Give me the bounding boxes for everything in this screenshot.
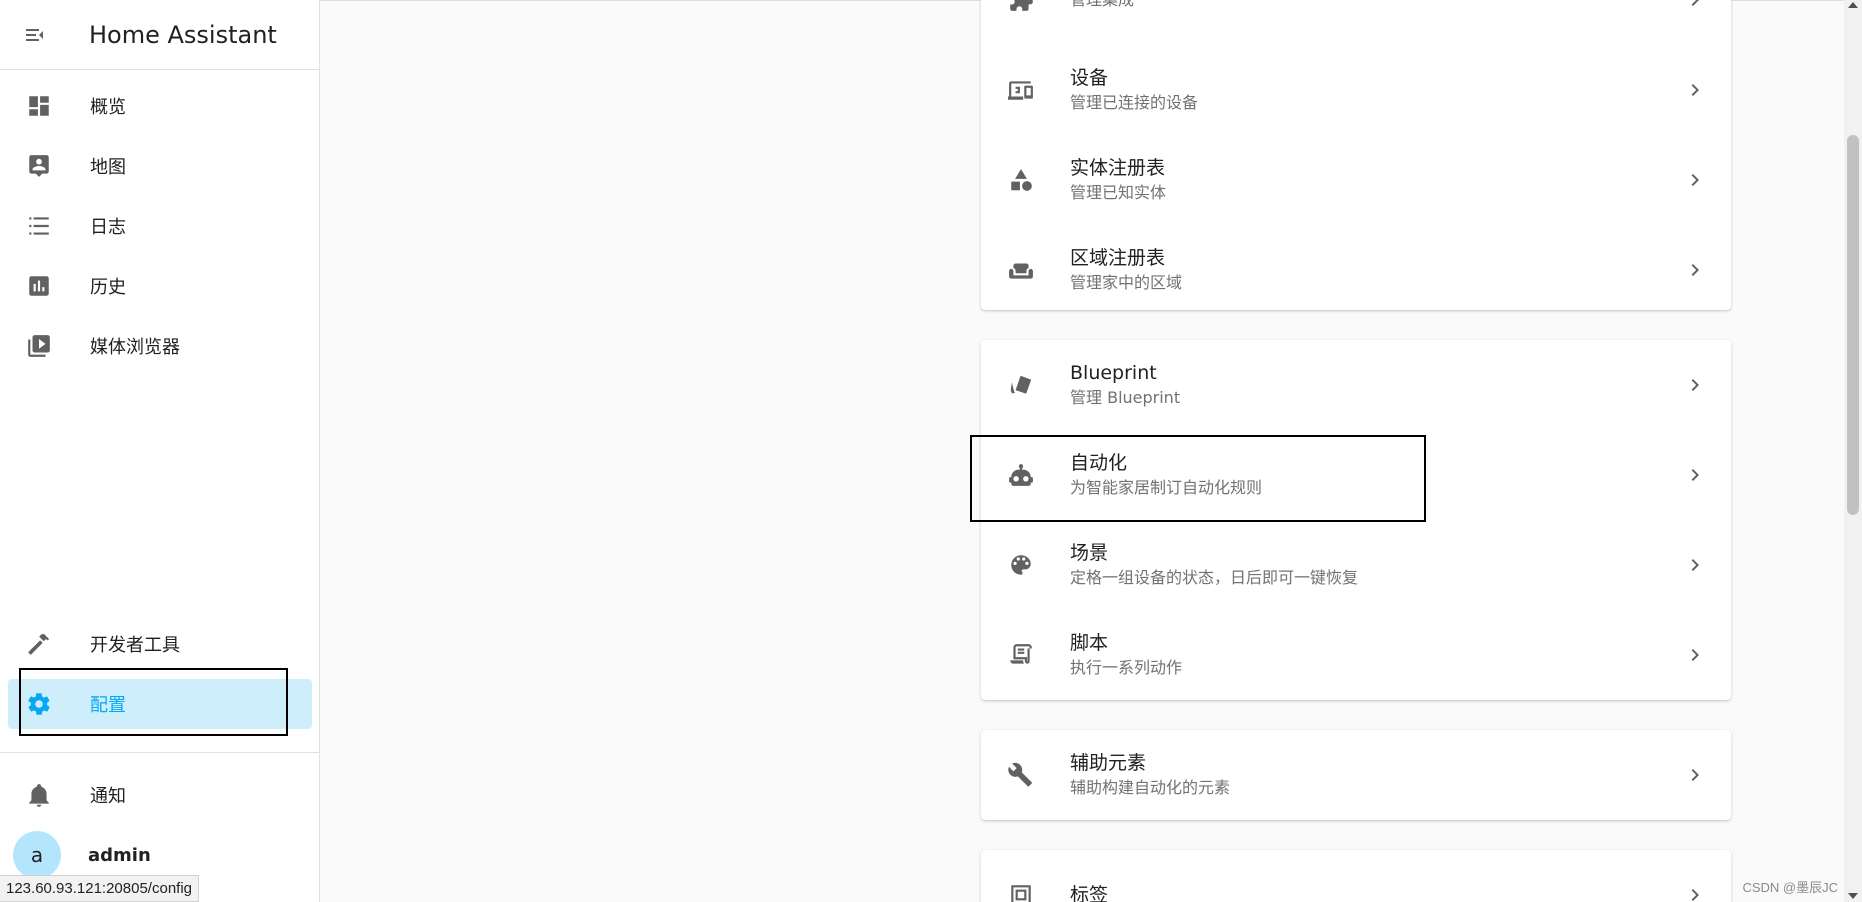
list-item-title: 辅助元素 — [1070, 752, 1147, 774]
map-account-icon — [29, 155, 49, 177]
list-item-subtitle: 管理 Blueprint — [1070, 388, 1181, 407]
menu-open-icon — [26, 28, 43, 41]
chevron-right-icon — [1691, 0, 1699, 6]
hammer-icon — [28, 633, 50, 655]
list-item-labels[interactable]: 标签 — [981, 850, 1731, 902]
sidebar-item-developer-tools[interactable]: 开发者工具 — [8, 619, 312, 669]
list-item-subtitle: 管理集成 — [1070, 0, 1134, 12]
list-item-automation[interactable]: 自动化 为智能家居制订自动化规则 — [981, 430, 1731, 520]
sidebar-item-label: 开发者工具 — [90, 635, 180, 656]
user-name: admin — [88, 844, 151, 866]
sidebar-item-overview[interactable]: 概览 — [8, 81, 312, 131]
list-item-entities[interactable]: 实体注册表 管理已知实体 — [981, 135, 1731, 225]
puzzle-icon — [1010, 0, 1033, 11]
sidebar-item-label: 日志 — [90, 217, 126, 238]
watermark: CSDN @墨辰JC — [1742, 880, 1838, 895]
list-item-integrations[interactable]: 管理集成 — [981, 0, 1731, 45]
chevron-right-icon — [1691, 264, 1699, 276]
devices-icon — [1008, 81, 1033, 100]
sidebar-item-label: 地图 — [90, 157, 126, 178]
shape-icon — [1011, 169, 1032, 191]
card-helpers: 辅助元素 辅助构建自动化的元素 — [981, 730, 1731, 820]
scroll-up-arrow-icon[interactable] — [1848, 2, 1858, 8]
sidebar-item-label: 媒体浏览器 — [90, 337, 180, 358]
chevron-right-icon — [1691, 379, 1699, 391]
sidebar-item-label: 概览 — [90, 97, 126, 118]
sidebar-item-media-browser[interactable]: 媒体浏览器 — [8, 321, 312, 371]
scrollbar[interactable] — [1844, 0, 1862, 902]
paper-cut-icon — [1010, 375, 1032, 394]
cog-icon — [28, 693, 50, 715]
list-item-areas[interactable]: 区域注册表 管理家中的区域 — [981, 225, 1731, 310]
list-item-helpers[interactable]: 辅助元素 辅助构建自动化的元素 — [981, 730, 1731, 820]
sidebar-item-history[interactable]: 历史 — [8, 261, 312, 311]
list-item-subtitle: 管理家中的区域 — [1070, 273, 1183, 292]
app-title: Home Assistant — [89, 20, 277, 49]
dashboard-icon — [29, 96, 49, 116]
script-text-icon — [1010, 644, 1032, 664]
sidebar-item-label: 通知 — [90, 786, 126, 807]
scroll-down-arrow-icon[interactable] — [1848, 893, 1858, 899]
format-list-icon — [29, 217, 49, 235]
avatar: a — [13, 831, 61, 879]
chevron-right-icon — [1691, 649, 1699, 661]
robot-icon — [1009, 464, 1033, 486]
sidebar: Home Assistant 概览 地图 日志 历史 媒体浏览器 开发者工具 配… — [0, 0, 320, 902]
sidebar-item-notifications[interactable]: 通知 — [8, 770, 312, 820]
sofa-icon — [1009, 263, 1033, 279]
list-item-title: 实体注册表 — [1070, 157, 1166, 179]
list-item-scenes[interactable]: 场景 定格一组设备的状态，日后即可一键恢复 — [981, 520, 1731, 610]
sidebar-item-logbook[interactable]: 日志 — [8, 201, 312, 251]
tools-icon — [1008, 762, 1032, 787]
list-item-title: 设备 — [1070, 67, 1109, 89]
menu-toggle-button[interactable] — [0, 0, 70, 70]
sidebar-item-config[interactable]: 配置 — [8, 679, 312, 729]
sidebar-item-label: 历史 — [90, 277, 126, 298]
list-item-title: 场景 — [1070, 542, 1109, 564]
list-item-subtitle: 管理已知实体 — [1070, 183, 1167, 202]
chart-box-icon — [29, 276, 49, 296]
bell-icon — [29, 784, 49, 807]
list-item-subtitle: 管理已连接的设备 — [1070, 93, 1199, 112]
card-labels: 标签 — [981, 850, 1731, 902]
sidebar-item-profile[interactable]: a admin — [8, 830, 312, 880]
list-item-title: Blueprint — [1070, 362, 1157, 384]
list-item-subtitle: 定格一组设备的状态，日后即可一键恢复 — [1070, 568, 1359, 587]
chevron-right-icon — [1691, 559, 1699, 571]
list-item-title: 标签 — [1070, 884, 1109, 902]
sidebar-header: Home Assistant — [0, 0, 319, 70]
list-item-title: 自动化 — [1070, 452, 1128, 474]
list-item-title: 区域注册表 — [1070, 247, 1166, 269]
card-automation: Blueprint 管理 Blueprint 自动化 为智能家居制订自动化规则 … — [981, 340, 1731, 700]
chevron-right-icon — [1691, 889, 1699, 901]
list-item-scripts[interactable]: 脚本 执行一系列动作 — [981, 610, 1731, 700]
list-item-devices[interactable]: 设备 管理已连接的设备 — [981, 45, 1731, 135]
chevron-right-icon — [1691, 769, 1699, 781]
chevron-right-icon — [1691, 84, 1699, 96]
list-item-subtitle: 执行一系列动作 — [1070, 658, 1183, 677]
chevron-right-icon — [1691, 469, 1699, 481]
sidebar-divider — [0, 752, 319, 753]
card-devices-services: 管理集成 设备 管理已连接的设备 实体注册表 管理已知实体 区域注册表 管理家中… — [981, 0, 1731, 310]
play-box-multiple-icon — [28, 335, 50, 357]
list-item-subtitle: 辅助构建自动化的元素 — [1070, 778, 1231, 797]
sidebar-item-map[interactable]: 地图 — [8, 141, 312, 191]
list-item-blueprint[interactable]: Blueprint 管理 Blueprint — [981, 340, 1731, 430]
status-url: 123.60.93.121:20805/config — [0, 875, 199, 902]
chevron-right-icon — [1691, 174, 1699, 186]
list-item-title: 脚本 — [1070, 632, 1109, 654]
sidebar-item-label: 配置 — [90, 695, 126, 716]
scrollbar-thumb[interactable] — [1847, 135, 1859, 515]
palette-icon — [1011, 555, 1031, 575]
tag-icon — [1011, 885, 1031, 902]
list-item-subtitle: 为智能家居制订自动化规则 — [1070, 478, 1263, 497]
